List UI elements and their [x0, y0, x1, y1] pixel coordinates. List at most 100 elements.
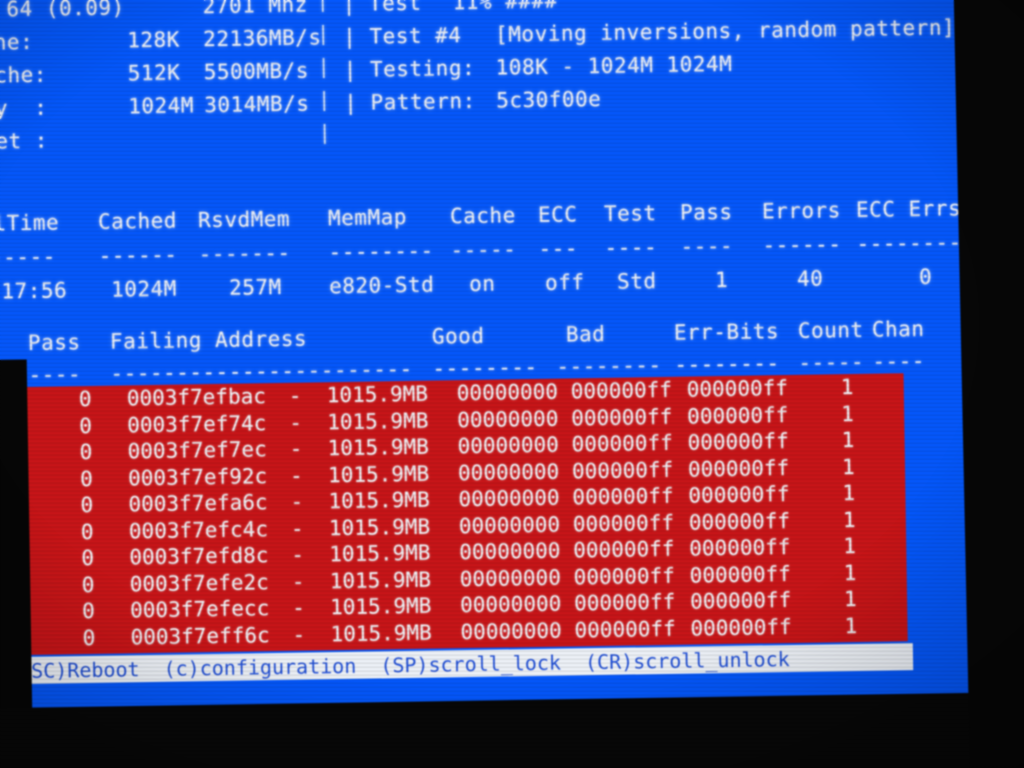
stats-value-pass: 1	[714, 267, 729, 293]
error-cell-pass: 0	[80, 492, 94, 518]
error-cell-errbits: 000000ff	[688, 508, 791, 535]
test-number-label: | Test #4	[342, 23, 462, 49]
stats-header-rsvdmem: RsvdMem	[197, 206, 291, 233]
error-cell-tst: 8	[3, 600, 18, 625]
error-cell-errbits: 000000ff	[689, 534, 791, 561]
error-cell-good: 00000000	[459, 538, 561, 565]
test-progress-value: 11% ####	[452, 0, 558, 15]
error-cell-dash: -	[291, 542, 305, 567]
testing-range-row: | Testing: 108K - 1024M 1024M	[343, 52, 733, 89]
error-cell-count: 1	[843, 586, 857, 612]
cpu-clock: 2701 Mhz	[202, 0, 309, 19]
error-cell-address: 0003f7efe2c	[129, 569, 269, 596]
error-cell-bad: 000000ff	[571, 457, 674, 483]
error-cell-count: 1	[842, 480, 856, 506]
error-cell-dash: -	[289, 463, 303, 488]
stats-header-errors: Errors	[761, 198, 842, 224]
error-cell-errbits: 000000ff	[689, 587, 792, 614]
error-cell-dash: -	[289, 436, 303, 461]
crt-photo: | Pass 11% #### Memtest86 v1.55 hlon 64 …	[0, 0, 1024, 768]
error-cell-good: 00000000	[459, 591, 562, 618]
error-cell-good: 00000000	[457, 432, 559, 459]
stats-value-row: 0:17:56 1024M 257M e820-Std on off Std 1…	[0, 262, 951, 312]
stats-value-walltime: 0:17:56	[0, 278, 68, 304]
stats-value-cached: 1024M	[110, 276, 178, 302]
stats-dash-0: --------	[0, 244, 56, 271]
error-cell-good: 00000000	[456, 379, 559, 406]
error-dash-4: --------	[556, 352, 662, 379]
stats-value-ecc: off	[544, 270, 585, 295]
error-cell-size: 1015.9MB	[329, 540, 431, 567]
test-progress-label: | Test	[342, 0, 422, 16]
error-cell-address: 0003f7ef92c	[127, 463, 268, 490]
error-cell-size: 1015.9MB	[329, 593, 432, 620]
memtest-screen: | Pass 11% #### Memtest86 v1.55 hlon 64 …	[0, 0, 976, 723]
error-cell-count: 1	[842, 507, 856, 532]
pane-divider: | | | | |	[316, 0, 331, 145]
error-log-panel[interactable]: 8 0 0003f7efbac -1015.9MB 00000000 000000ff 00…	[0, 373, 908, 656]
error-cell-good: 00000000	[459, 565, 562, 591]
error-header-pass: Pass	[27, 330, 81, 355]
error-cell-errbits: 000000ff	[689, 561, 792, 588]
error-cell-pass: 0	[82, 625, 96, 650]
error-cell-size: 1015.9MB	[326, 381, 429, 408]
error-cell-bad: 000000ff	[572, 483, 674, 510]
stats-header-cached: Cached	[97, 208, 178, 234]
error-cell-size: 1015.9MB	[327, 408, 429, 434]
stats-dash-9: --------	[856, 230, 962, 256]
error-dash-6: -----	[798, 349, 865, 375]
stats-value-memmap: e820-Std	[328, 272, 435, 299]
stats-header-test: Test	[603, 201, 657, 226]
error-cell-dash: -	[292, 622, 306, 647]
error-cell-bad: 000000ff	[571, 404, 673, 430]
error-cell-count: 1	[840, 374, 854, 400]
error-cell-count: 1	[844, 613, 858, 638]
error-header-chan: Chan	[871, 316, 925, 342]
pattern-row: | Pattern: 5c30f00e	[344, 87, 602, 122]
error-cell-errbits: 000000ff	[688, 482, 790, 508]
error-cell-address: 0003f7efd8c	[129, 543, 269, 570]
error-cell-count: 1	[841, 427, 855, 453]
stats-table: WallTime Cached RsvdMem MemMap Cache ECC…	[0, 194, 962, 303]
l2-cache-size: 512K	[127, 60, 181, 86]
stats-header-memmap: MemMap	[327, 204, 408, 231]
error-cell-size: 1015.9MB	[330, 620, 432, 646]
error-cell-address: 0003f7ef7ec	[127, 437, 267, 464]
test-number-value: [Moving inversions, random pattern]	[494, 15, 956, 47]
error-cell-tst: 8	[3, 547, 17, 572]
error-cell-address: 0003f7efa6c	[128, 490, 268, 517]
error-cell-count: 1	[843, 533, 857, 559]
error-cell-bad: 000000ff	[570, 377, 673, 404]
error-header-address: Failing Address	[109, 326, 308, 354]
error-cell-good: 00000000	[460, 618, 562, 644]
error-cell-dash: -	[288, 383, 302, 408]
error-cell-pass: 0	[78, 386, 92, 412]
error-cell-size: 1015.9MB	[328, 487, 430, 514]
error-cell-address: 0003f7efecc	[129, 596, 270, 623]
error-header-good: Good	[431, 323, 485, 349]
stats-dash-4: -----	[450, 237, 517, 263]
error-cell-pass: 0	[79, 439, 93, 465]
error-cell-address: 0003f7eff6c	[130, 622, 270, 649]
error-cell-count: 1	[840, 401, 855, 426]
error-cell-pass: 0	[81, 545, 95, 571]
error-cell-bad: 000000ff	[572, 510, 675, 536]
stats-value-rsvdmem: 257M	[228, 274, 282, 300]
error-cell-pass: 0	[79, 466, 93, 491]
error-cell-size: 1015.9MB	[327, 434, 429, 461]
error-dash-5: --------	[674, 351, 780, 377]
error-header-errbits: Err-Bits	[673, 319, 780, 345]
error-cell-bad: 000000ff	[573, 563, 676, 589]
error-dash-1: ----	[28, 362, 82, 387]
error-dash-7: ----	[872, 348, 926, 374]
error-cell-good: 00000000	[458, 485, 560, 512]
error-cell-tst: 8	[0, 388, 14, 413]
stats-dash-1: ------	[98, 242, 178, 268]
error-cell-address: 0003f7efc4c	[128, 516, 269, 543]
stats-header-ecc: ECC	[537, 202, 578, 227]
stats-dash-5: ---	[538, 236, 579, 261]
stats-dash-3: --------	[328, 238, 434, 265]
memory-label: emory :	[0, 95, 48, 122]
error-cell-size: 1015.9MB	[327, 461, 430, 487]
error-header-bad: Bad	[565, 321, 606, 347]
